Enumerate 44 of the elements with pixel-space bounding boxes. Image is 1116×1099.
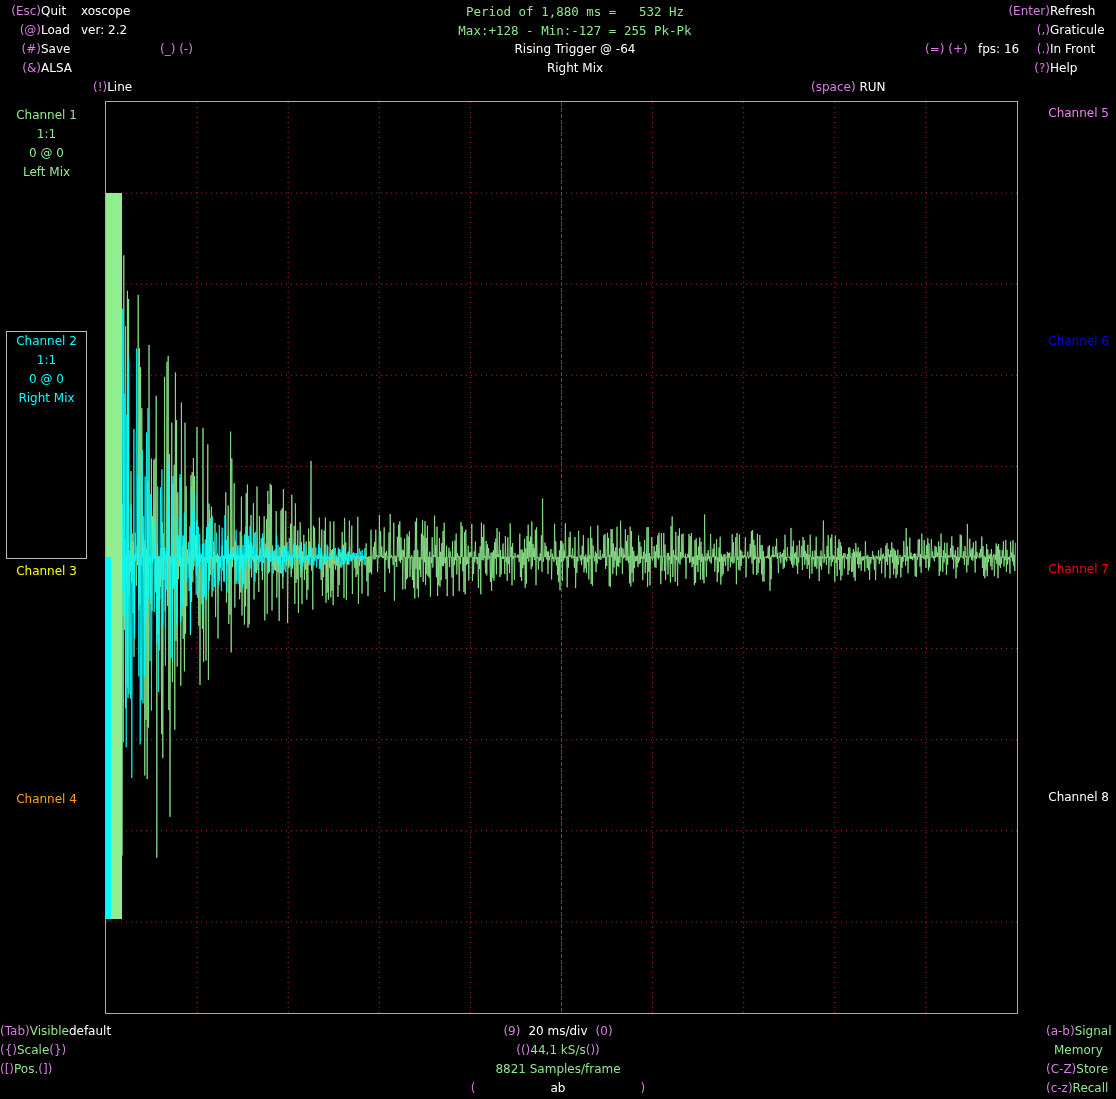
key-hint: (()44,1 kS/s()): [516, 1042, 600, 1059]
run-status: (space) RUN: [811, 79, 886, 96]
channel-info: 1:1: [35, 126, 58, 143]
key-hint: (!)Line: [93, 79, 133, 96]
key-hint: ([)Pos.(]): [0, 1061, 53, 1078]
channel-label: Channel 1: [15, 107, 78, 124]
key-hint: (9) 20 ms/div (0): [503, 1023, 613, 1040]
key-hint: (Enter)Refresh: [1008, 3, 1096, 20]
channel-label: Channel 8: [1047, 789, 1109, 806]
key-hint: ( ab ): [470, 1080, 646, 1097]
key-hint: (C-Z)Store: [1046, 1061, 1108, 1078]
channel-label: Channel 3: [15, 563, 78, 580]
channel-info: Left Mix: [21, 164, 72, 181]
key-hint: (@)Load: [18, 22, 70, 39]
key-hint: (?)Help: [1034, 60, 1078, 77]
measurement-readout: Period of 1,880 ms = 532 Hz: [465, 3, 685, 21]
key-hint: (,)Graticule: [1036, 22, 1105, 39]
channel-info: 0 @ 0: [28, 371, 65, 388]
channel-info: Right Mix: [17, 390, 76, 407]
fps-label: fps: 16: [978, 41, 1020, 58]
channel-label: Channel 4: [15, 791, 78, 808]
key-hint: (=) (+): [925, 41, 968, 58]
channel-info: 1:1: [35, 352, 58, 369]
key-hint: (#)Save: [20, 41, 71, 58]
measurement-readout: Max:+128 - Min:-127 = 255 Pk-Pk: [458, 22, 692, 40]
channel-label: Channel 7: [1047, 561, 1109, 578]
samples-label: 8821 Samples/frame: [495, 1061, 621, 1078]
channel-label: Channel 6: [1047, 333, 1109, 350]
channel-info: 0 @ 0: [28, 145, 65, 162]
key-hint: (.)In Front: [1036, 41, 1096, 58]
key-hint: (c-z)Recall: [1046, 1080, 1109, 1097]
key-hint: (Tab)Visibledefault: [0, 1023, 112, 1040]
trigger-source-label: Right Mix: [546, 60, 604, 77]
channel-label: Channel 2: [15, 333, 78, 350]
app-title: xoscope: [81, 3, 131, 20]
trigger-label: Rising Trigger @ -64: [514, 41, 636, 58]
key-hint: (Esc)Quit: [10, 3, 67, 20]
key-hint: ({)Scale(}): [0, 1042, 67, 1059]
key-hint: (_) (-): [160, 41, 193, 58]
key-hint: (&)ALSA: [21, 60, 72, 77]
version-label: ver: 2.2: [81, 22, 128, 39]
channel-label: Channel 5: [1047, 105, 1109, 122]
key-hint: (a-b)Signal: [1046, 1023, 1112, 1040]
key-hint: Memory: [1054, 1042, 1103, 1059]
